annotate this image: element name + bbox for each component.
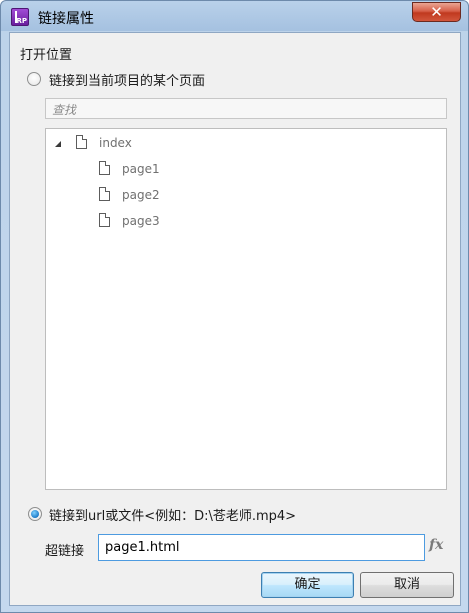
link-properties-dialog: RP 链接属性 ✕ 打开位置 链接到当前项目的某个页面 查找 index pag… (0, 0, 469, 613)
ok-button[interactable]: 确定 (261, 572, 354, 598)
search-placeholder: 查找 (52, 103, 77, 117)
page-search-input[interactable]: 查找 (45, 98, 447, 119)
hyperlink-input[interactable] (98, 534, 425, 561)
tree-item-page2[interactable]: page2 (46, 185, 446, 205)
tree-item-page1[interactable]: page1 (46, 159, 446, 179)
page-icon (99, 213, 110, 227)
app-icon-text: RP (16, 17, 27, 25)
page-icon (76, 135, 87, 149)
title-bar: RP 链接属性 ✕ (1, 1, 468, 32)
tree-item-label: page1 (122, 162, 160, 176)
hyperlink-label: 超链接 (45, 544, 85, 559)
tree-item-label: page3 (122, 214, 160, 228)
page-tree: index page1 page2 page3 (45, 128, 447, 490)
tree-item-label: index (99, 136, 132, 150)
fx-icon[interactable]: fx (429, 537, 443, 553)
app-icon: RP (11, 8, 29, 26)
page-icon (99, 187, 110, 201)
open-position-label: 打开位置 (20, 48, 73, 63)
link-to-page-radio[interactable] (27, 72, 41, 86)
link-to-url-radio[interactable] (28, 507, 42, 521)
tree-item-page3[interactable]: page3 (46, 211, 446, 231)
expand-triangle-icon[interactable] (55, 141, 61, 147)
dialog-body: 打开位置 链接到当前项目的某个页面 查找 index page1 page2 p… (9, 32, 461, 606)
close-icon[interactable]: ✕ (412, 2, 461, 22)
cancel-button[interactable]: 取消 (360, 572, 454, 598)
link-to-page-label[interactable]: 链接到当前项目的某个页面 (49, 70, 205, 89)
tree-item-index[interactable]: index (46, 133, 446, 153)
tree-item-label: page2 (122, 188, 160, 202)
window-title: 链接属性 (38, 11, 94, 27)
link-to-url-label[interactable]: 链接到url或文件<例如：D:\苍老师.mp4> (49, 505, 296, 524)
page-icon (99, 161, 110, 175)
